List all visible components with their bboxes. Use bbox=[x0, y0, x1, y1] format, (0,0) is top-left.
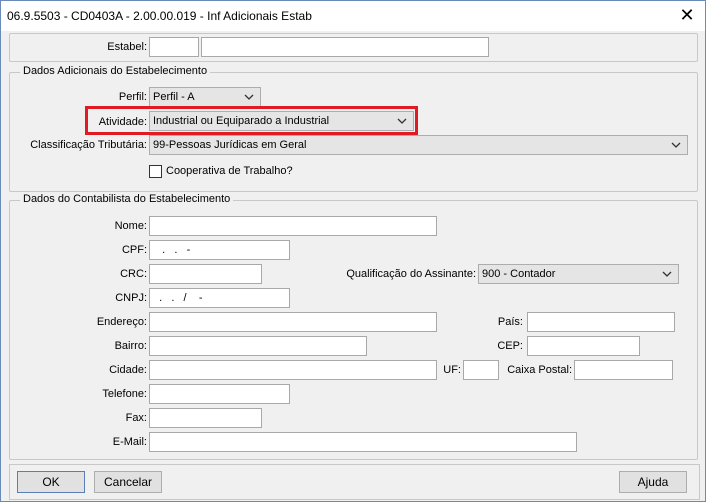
cep-input[interactable] bbox=[527, 336, 640, 356]
dialog-window: 06.9.5503 - CD0403A - 2.00.00.019 - Inf … bbox=[0, 0, 706, 502]
atividade-label: Atividade: bbox=[98, 116, 147, 128]
cpf-label: CPF: bbox=[121, 244, 147, 256]
pais-input[interactable] bbox=[527, 312, 675, 332]
estabel-code-input[interactable] bbox=[149, 37, 199, 57]
chevron-down-icon bbox=[244, 94, 254, 100]
ok-button[interactable]: OK bbox=[17, 471, 85, 493]
cnpj-input[interactable]: . . / - bbox=[149, 288, 290, 308]
classificacao-select[interactable]: 99-Pessoas Jurídicas em Geral bbox=[149, 135, 688, 155]
perfil-select[interactable]: Perfil - A bbox=[149, 87, 261, 107]
estabel-name-input[interactable] bbox=[201, 37, 489, 57]
contabilista-legend: Dados do Contabilista do Estabelecimento bbox=[20, 193, 234, 205]
email-input[interactable] bbox=[149, 432, 577, 452]
chevron-down-icon bbox=[662, 271, 672, 277]
caixa-postal-input[interactable] bbox=[574, 360, 673, 380]
bairro-label: Bairro: bbox=[114, 340, 147, 352]
window-title: 06.9.5503 - CD0403A - 2.00.00.019 - Inf … bbox=[7, 9, 312, 23]
cnpj-label: CNPJ: bbox=[115, 292, 147, 304]
cooperativa-label: Cooperativa de Trabalho? bbox=[166, 165, 293, 177]
fax-label: Fax: bbox=[125, 412, 147, 424]
endereco-input[interactable] bbox=[149, 312, 437, 332]
dados-adicionais-legend: Dados Adicionais do Estabelecimento bbox=[20, 65, 211, 77]
perfil-label: Perfil: bbox=[118, 91, 147, 103]
uf-input[interactable] bbox=[463, 360, 499, 380]
close-icon[interactable]: ✕ bbox=[677, 5, 697, 25]
cpf-input[interactable]: . . - bbox=[149, 240, 290, 260]
perfil-select-value: Perfil - A bbox=[153, 91, 195, 103]
cancel-button[interactable]: Cancelar bbox=[94, 471, 162, 493]
cidade-input[interactable] bbox=[149, 360, 437, 380]
classificacao-select-value: 99-Pessoas Jurídicas em Geral bbox=[153, 139, 307, 151]
crc-input[interactable] bbox=[149, 264, 262, 284]
endereco-label: Endereço: bbox=[96, 316, 147, 328]
classificacao-label: Classificação Tributária: bbox=[30, 139, 147, 151]
telefone-input[interactable] bbox=[149, 384, 290, 404]
title-bar: 06.9.5503 - CD0403A - 2.00.00.019 - Inf … bbox=[1, 1, 705, 31]
chevron-down-icon bbox=[671, 142, 681, 148]
cep-label: CEP: bbox=[497, 340, 523, 352]
qualificacao-label: Qualificação do Assinante: bbox=[346, 268, 476, 280]
nome-label: Nome: bbox=[114, 220, 147, 232]
cidade-label: Cidade: bbox=[109, 364, 147, 376]
fax-input[interactable] bbox=[149, 408, 262, 428]
email-label: E-Mail: bbox=[112, 436, 147, 448]
chevron-down-icon bbox=[397, 118, 407, 124]
estabel-label: Estabel: bbox=[107, 41, 147, 53]
nome-input[interactable] bbox=[149, 216, 437, 236]
bairro-input[interactable] bbox=[149, 336, 367, 356]
atividade-select[interactable]: Industrial ou Equiparado a Industrial bbox=[149, 111, 414, 131]
cooperativa-checkbox[interactable] bbox=[149, 165, 162, 178]
telefone-label: Telefone: bbox=[102, 388, 147, 400]
qualificacao-select[interactable]: 900 - Contador bbox=[478, 264, 679, 284]
pais-label: País: bbox=[497, 316, 523, 328]
qualificacao-select-value: 900 - Contador bbox=[482, 268, 556, 280]
atividade-select-value: Industrial ou Equiparado a Industrial bbox=[153, 115, 330, 127]
caixa-postal-label: Caixa Postal: bbox=[507, 364, 572, 376]
uf-label: UF: bbox=[443, 364, 461, 376]
crc-label: CRC: bbox=[120, 268, 147, 280]
help-button[interactable]: Ajuda bbox=[619, 471, 687, 493]
